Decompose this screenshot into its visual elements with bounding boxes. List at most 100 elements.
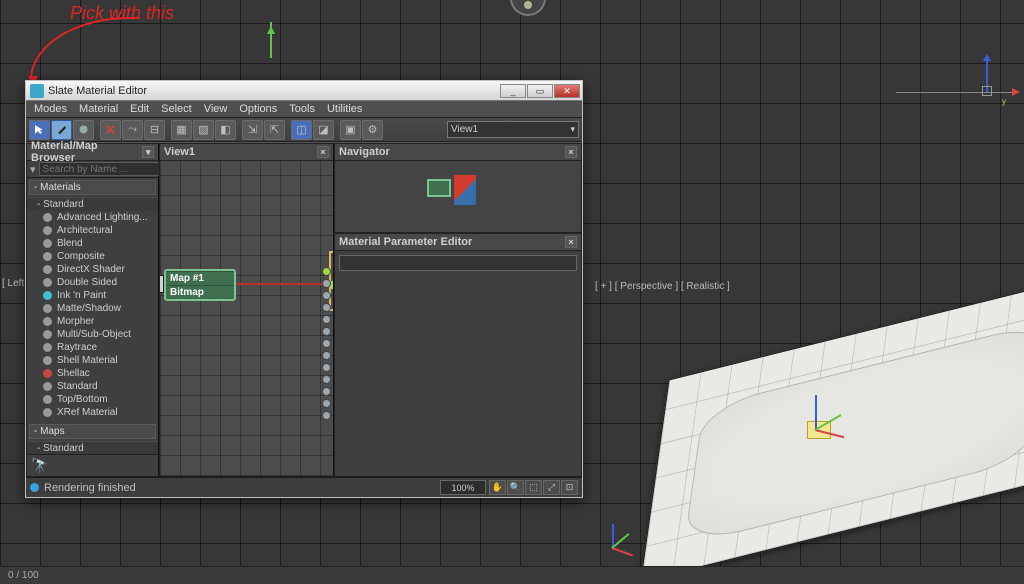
menu-select[interactable]: Select <box>155 103 198 115</box>
status-message: Rendering finished <box>44 482 136 494</box>
handwritten-annotation: Pick with this <box>70 3 174 24</box>
tool-show-map[interactable]: ▦ <box>171 120 192 140</box>
material-item[interactable]: Shell Material <box>27 354 158 367</box>
bitmap-node[interactable]: Map #1 Bitmap <box>164 269 236 301</box>
input-port[interactable] <box>322 387 331 396</box>
view-tab-select[interactable]: View1 ▾ <box>447 121 579 138</box>
node-wire[interactable] <box>236 283 333 285</box>
input-port[interactable] <box>322 339 331 348</box>
chevron-down-icon: ▾ <box>570 124 575 135</box>
tool-show-background[interactable]: ▨ <box>193 120 214 140</box>
frame-counter: 0 / 100 <box>8 570 39 581</box>
material-item[interactable]: Multi/Sub-Object <box>27 328 158 341</box>
material-item[interactable]: Shellac <box>27 367 158 380</box>
search-input[interactable] <box>39 162 179 176</box>
close-button[interactable]: ✕ <box>554 84 580 98</box>
menu-edit[interactable]: Edit <box>124 103 155 115</box>
material-item[interactable]: Double Sided <box>27 276 158 289</box>
navigator-minimap[interactable] <box>335 161 581 232</box>
input-port[interactable] <box>322 411 331 420</box>
node-title: Map #1 <box>166 271 234 285</box>
material-item[interactable]: Architectural <box>27 224 158 237</box>
input-port-connected[interactable] <box>322 267 331 276</box>
section-maps[interactable]: - Maps <box>29 424 156 439</box>
input-port[interactable] <box>322 315 331 324</box>
tool-layout-all[interactable]: ⇲ <box>242 120 263 140</box>
menu-view[interactable]: View <box>198 103 234 115</box>
tool-assign-material[interactable] <box>73 120 94 140</box>
tool-show-end-result[interactable]: ◧ <box>215 120 236 140</box>
status-indicator-icon <box>30 483 39 492</box>
navigator-panel: Navigator× <box>334 143 582 233</box>
browser-title: Material/Map Browser ▾ <box>27 144 158 161</box>
material-item[interactable]: Ink 'n Paint <box>27 289 158 302</box>
node-thumbnail <box>160 275 164 293</box>
material-item[interactable]: Matte/Shadow <box>27 302 158 315</box>
pan-hand-button[interactable]: ✋ <box>489 480 506 495</box>
material-item[interactable]: Standard <box>27 380 158 393</box>
tool-delete[interactable] <box>100 120 121 140</box>
menu-options[interactable]: Options <box>233 103 283 115</box>
pan-to-selected-button[interactable]: ⊡ <box>561 480 578 495</box>
window-title: Slate Material Editor <box>48 85 147 97</box>
parameter-name-field[interactable] <box>339 255 577 271</box>
maximize-button[interactable]: ▭ <box>527 84 553 98</box>
binoculars-icon[interactable]: 🔭 <box>31 457 48 474</box>
menu-modes[interactable]: Modes <box>28 103 73 115</box>
section-materials[interactable]: - Materials <box>29 180 156 195</box>
node-canvas[interactable]: Map #1 Bitmap <box>160 161 333 476</box>
input-port[interactable] <box>322 363 331 372</box>
tool-select-arrow[interactable] <box>29 120 50 140</box>
input-port[interactable] <box>322 327 331 336</box>
tool-material-id[interactable]: ◫ <box>291 120 312 140</box>
parameter-editor-panel: Material Parameter Editor× <box>334 233 582 477</box>
tool-hide-unused[interactable]: ⊟ <box>144 120 165 140</box>
tool-layout-children[interactable]: ⇱ <box>264 120 285 140</box>
tool-options[interactable]: ⚙ <box>362 120 383 140</box>
search-expand-icon[interactable]: ▾ <box>30 163 36 176</box>
tool-select-by-material[interactable]: ◪ <box>313 120 334 140</box>
material-item[interactable]: Top/Bottom <box>27 393 158 406</box>
input-port[interactable] <box>322 303 331 312</box>
statusbar: Rendering finished 100% ✋ 🔍 ⬚ ⤢ ⊡ <box>26 477 582 497</box>
input-port[interactable] <box>322 351 331 360</box>
browser-options-button[interactable]: ▾ <box>142 146 154 158</box>
material-item[interactable]: DirectX Shader <box>27 263 158 276</box>
titlebar[interactable]: Slate Material Editor _ ▭ ✕ <box>26 81 582 101</box>
subsection-standard[interactable]: - Standard <box>27 197 158 211</box>
material-item[interactable]: XRef Material <box>27 406 158 419</box>
view-close-button[interactable]: × <box>317 146 329 158</box>
navigator-close-button[interactable]: × <box>565 146 577 158</box>
input-port[interactable] <box>322 399 331 408</box>
slate-material-editor-window[interactable]: Slate Material Editor _ ▭ ✕ Modes Materi… <box>25 80 583 498</box>
menubar: Modes Material Edit Select View Options … <box>26 101 582 118</box>
input-port[interactable] <box>322 279 331 288</box>
param-close-button[interactable]: × <box>565 236 577 248</box>
view-title: View1 <box>164 146 195 158</box>
browser-tree[interactable]: - Materials - Standard Advanced Lighting… <box>27 178 158 454</box>
menu-material[interactable]: Material <box>73 103 124 115</box>
main-status-bar: 0 / 100 <box>0 566 1024 584</box>
menu-utilities[interactable]: Utilities <box>321 103 368 115</box>
minimize-button[interactable]: _ <box>500 84 526 98</box>
node-type: Bitmap <box>166 285 234 299</box>
zoom-spinner[interactable]: 100% <box>440 480 486 495</box>
tool-pick-material-from-object[interactable] <box>51 120 72 140</box>
material-item[interactable]: Composite <box>27 250 158 263</box>
zoom-extents-button[interactable]: ⤢ <box>543 480 560 495</box>
material-item[interactable]: Morpher <box>27 315 158 328</box>
view-panel: View1 × Map #1 Bitmap <box>159 143 334 477</box>
input-port[interactable] <box>322 375 331 384</box>
axis-y-indicator <box>265 22 277 58</box>
tool-render-preview[interactable]: ▣ <box>340 120 361 140</box>
zoom-tool-button[interactable]: 🔍 <box>507 480 524 495</box>
material-item[interactable]: Advanced Lighting... <box>27 211 158 224</box>
input-port[interactable] <box>322 291 331 300</box>
material-item[interactable]: Blend <box>27 237 158 250</box>
subsection-maps-standard[interactable]: - Standard <box>27 441 158 454</box>
axis-tripod-perspective <box>612 548 613 549</box>
menu-tools[interactable]: Tools <box>283 103 321 115</box>
material-item[interactable]: Raytrace <box>27 341 158 354</box>
zoom-region-button[interactable]: ⬚ <box>525 480 542 495</box>
tool-move-children[interactable]: ⤳ <box>122 120 143 140</box>
